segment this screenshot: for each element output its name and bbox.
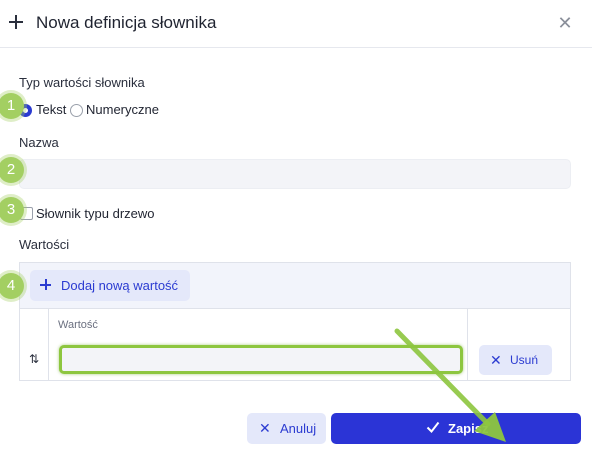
value-input[interactable]	[59, 345, 463, 374]
save-button[interactable]: Zapisz	[331, 413, 581, 444]
remove-value-button[interactable]: ✕ Usuń	[479, 345, 552, 375]
radio-numeryczne-label[interactable]: Numeryczne	[86, 102, 159, 117]
add-value-label: Dodaj nową wartość	[61, 278, 179, 293]
name-label: Nazwa	[19, 135, 59, 150]
radio-numeryczne[interactable]	[70, 104, 83, 117]
name-input[interactable]	[19, 159, 571, 189]
cancel-label: Anuluj	[280, 421, 317, 436]
x-icon: ✕	[259, 420, 271, 436]
add-value-button[interactable]: Dodaj nową wartość	[30, 270, 190, 301]
values-label: Wartości	[19, 237, 70, 252]
type-label: Typ wartości słownika	[19, 75, 145, 90]
annotation-arrow	[394, 328, 506, 442]
dialog-header: Nowa definicja słownika ✕	[0, 0, 592, 48]
x-icon: ✕	[490, 352, 502, 368]
remove-label: Usuń	[510, 353, 539, 367]
values-toolbar: Dodaj nową wartość	[20, 263, 570, 309]
tree-checkbox-label[interactable]: Słownik typu drzewo	[36, 206, 155, 221]
plus-icon	[40, 279, 51, 290]
column-divider	[467, 309, 468, 381]
value-column-header: Wartość	[58, 319, 98, 331]
close-icon[interactable]: ✕	[557, 14, 573, 32]
dialog-title: Nowa definicja słownika	[36, 13, 217, 32]
cancel-button[interactable]: ✕ Anuluj	[247, 413, 326, 444]
check-icon	[426, 421, 440, 434]
column-divider	[48, 309, 49, 381]
values-table: Dodaj nową wartość Wartość ⇅ ✕ Usuń	[19, 262, 571, 381]
save-label: Zapisz	[448, 421, 489, 436]
sort-arrows-icon[interactable]: ⇅	[27, 351, 41, 367]
radio-tekst-label[interactable]: Tekst	[36, 102, 66, 117]
plus-icon	[9, 15, 23, 29]
